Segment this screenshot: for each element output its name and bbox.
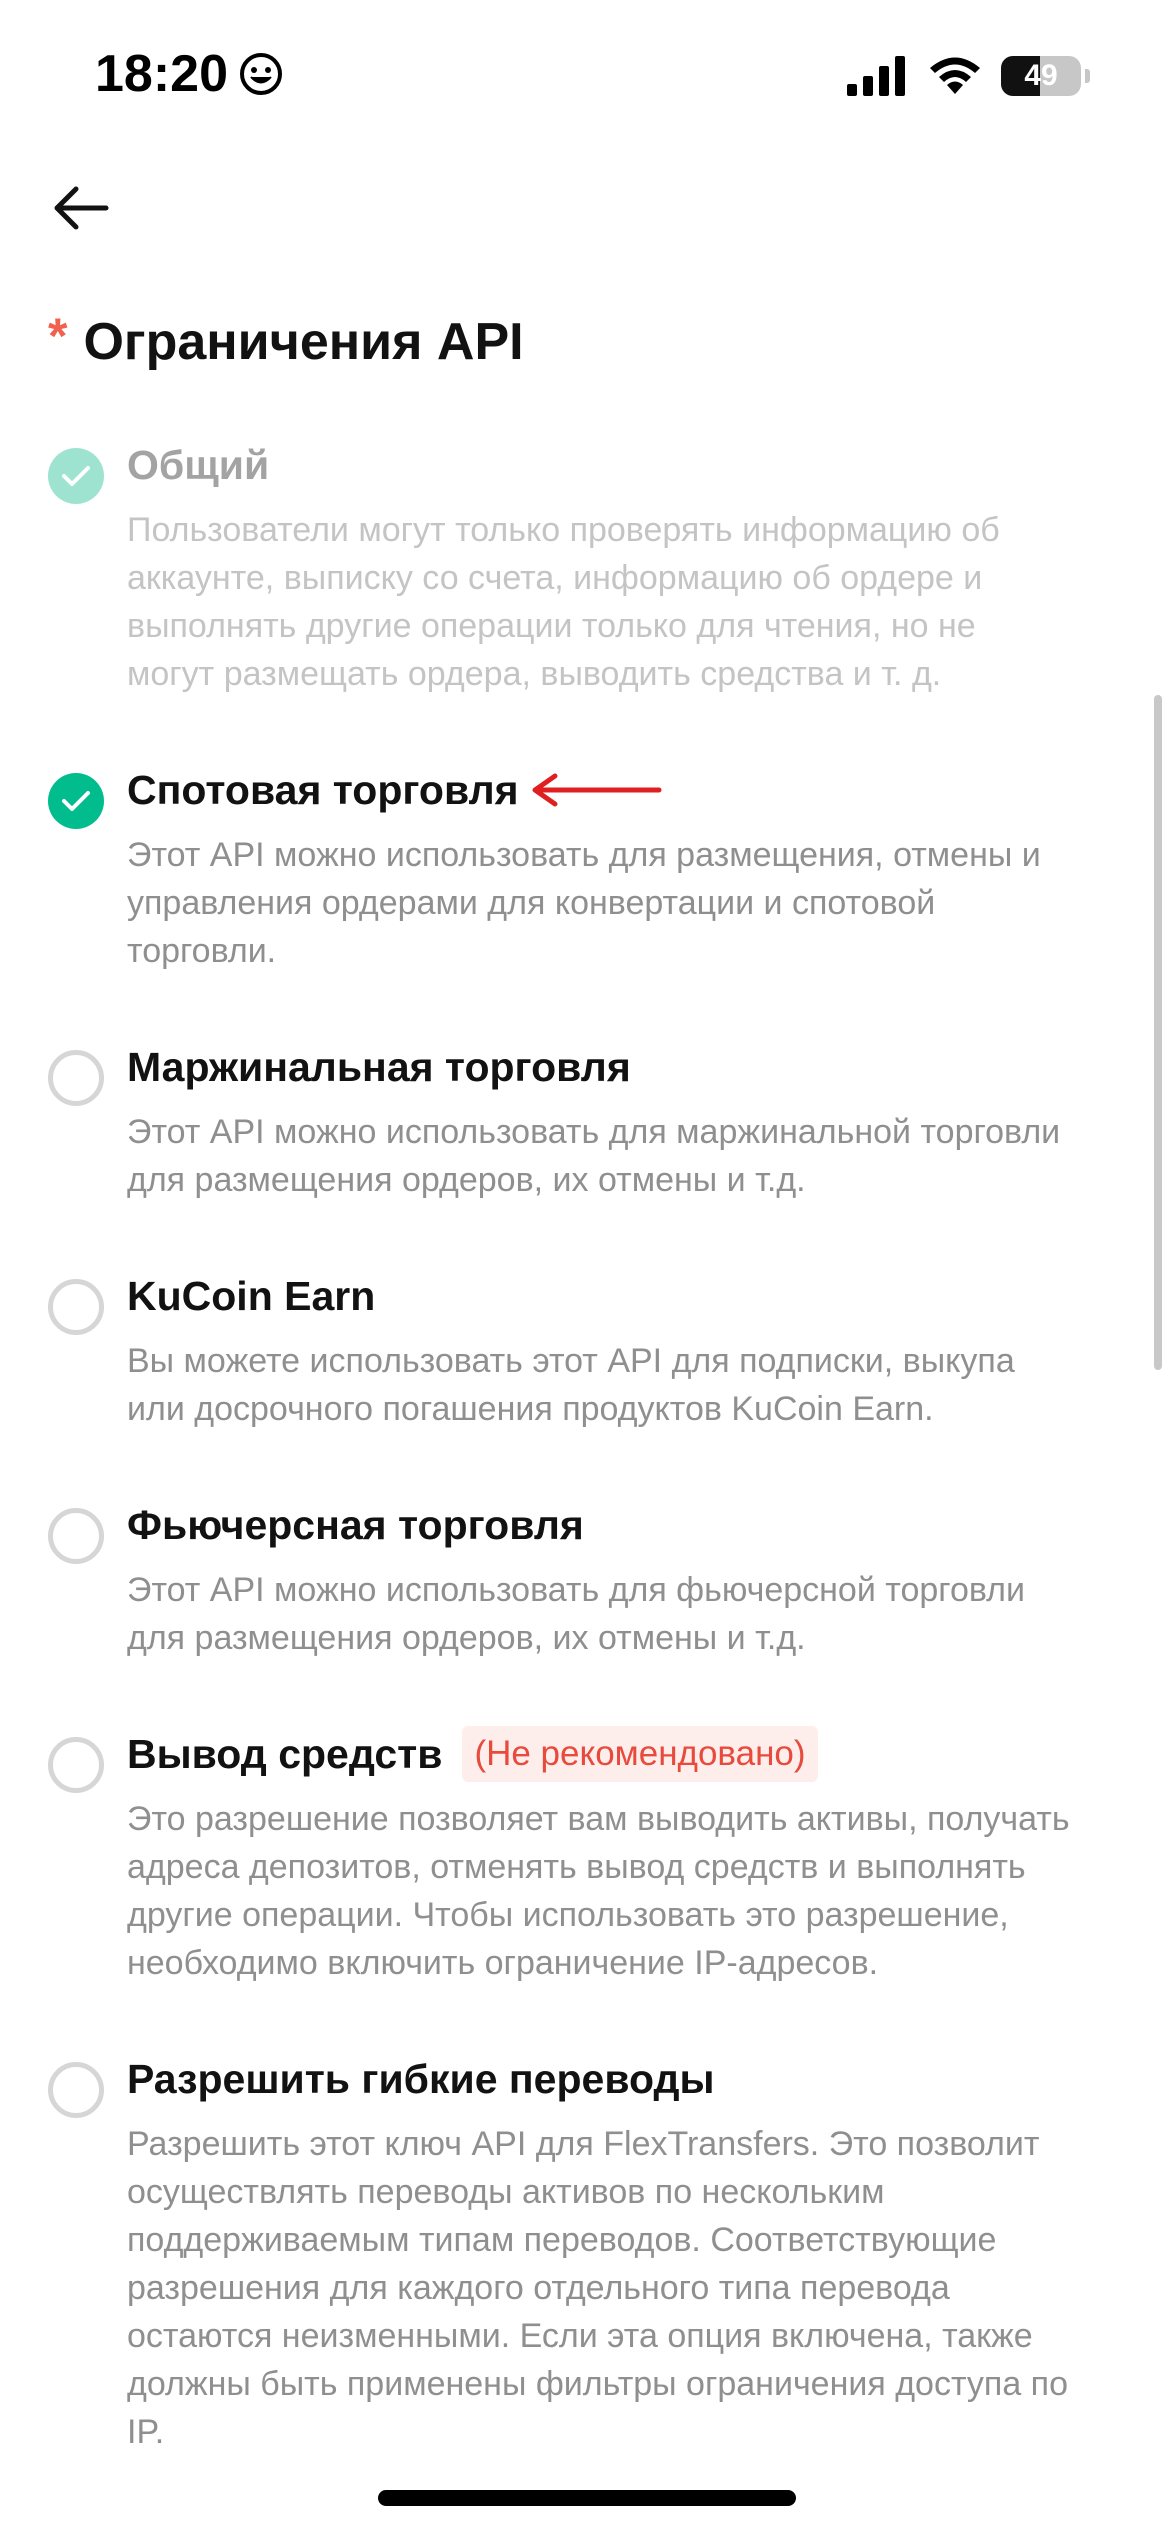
permission-description: Вы можете использовать этот API для подп… (127, 1342, 1015, 1428)
checkbox-futures[interactable] (48, 1508, 104, 1564)
permission-title: KuCoin Earn (127, 1273, 376, 1319)
permission-title-row: Спотовая торговля (127, 755, 1070, 825)
permission-title: Общий (127, 442, 270, 488)
checkbox-spot[interactable] (48, 773, 104, 829)
permission-item-flex-transfers[interactable]: Разрешить гибкие переводы Разрешить этот… (0, 2044, 1170, 2456)
permission-title-row: Разрешить гибкие переводы (127, 2044, 1070, 2114)
status-time: 18:20 (95, 45, 228, 103)
required-mark: * (48, 308, 68, 364)
signal-icon (847, 56, 905, 96)
checkbox-margin[interactable] (48, 1050, 104, 1106)
permission-item-earn[interactable]: KuCoin Earn Вы можете использовать этот … (0, 1261, 1170, 1433)
permission-description: Этот API можно использовать для фьючерсн… (127, 1571, 1025, 1657)
permission-title-row: Маржинальная торговля (127, 1032, 1070, 1102)
smiley-icon (240, 53, 282, 95)
battery-level: 49 (1024, 59, 1058, 92)
permission-description: Это разрешение позволяет вам выводить ак… (127, 1800, 1070, 1982)
permission-title: Маржинальная торговля (127, 1044, 631, 1090)
permission-item-spot[interactable]: Спотовая торговля Этот API можно использ… (0, 755, 1170, 975)
back-button[interactable] (46, 175, 116, 241)
permission-item-general[interactable]: Общий Пользователи могут только проверят… (0, 430, 1170, 698)
permission-title-row: Общий (127, 430, 1070, 500)
page-title: Ограничения API (83, 313, 524, 371)
permission-title: Фьючерсная торговля (127, 1502, 584, 1548)
home-indicator[interactable] (378, 2490, 796, 2506)
checkbox-flex-transfers[interactable] (48, 2062, 104, 2118)
not-recommended-badge: (Не рекомендовано) (462, 1726, 818, 1782)
section-title: * Ограничения API (48, 308, 524, 372)
permission-item-futures[interactable]: Фьючерсная торговля Этот API можно испол… (0, 1490, 1170, 1662)
wifi-icon (930, 57, 980, 94)
permission-title: Спотовая торговля (127, 767, 519, 813)
permission-description: Разрешить этот ключ API для FlexTransfer… (127, 2125, 1068, 2451)
checkbox-withdrawal[interactable] (48, 1737, 104, 1793)
red-arrow-icon (532, 773, 662, 807)
permission-title-row: Фьючерсная торговля (127, 1490, 1070, 1560)
checkbox-earn[interactable] (48, 1279, 104, 1335)
permission-title: Вывод средств (127, 1731, 443, 1777)
status-icons: 49 (847, 56, 1090, 96)
status-bar: 18:20 49 (0, 0, 1170, 150)
permission-item-margin[interactable]: Маржинальная торговля Этот API можно исп… (0, 1032, 1170, 1204)
scrollbar[interactable] (1154, 695, 1162, 1370)
permission-description: Этот API можно использовать для маржинал… (127, 1113, 1061, 1199)
check-icon (62, 791, 90, 811)
check-icon (62, 466, 90, 486)
permission-title-row: Вывод средств (Не рекомендовано) (127, 1719, 1070, 1789)
checkbox-general[interactable] (48, 448, 104, 504)
arrow-left-icon (54, 186, 109, 230)
permission-title-row: KuCoin Earn (127, 1261, 1070, 1331)
screen: 18:20 49 * Ограничения API Общий Пользов… (0, 0, 1170, 2532)
battery-cap (1085, 69, 1090, 83)
battery-icon: 49 (1001, 56, 1081, 96)
status-time-group: 18:20 (95, 44, 284, 104)
permission-description: Этот API можно использовать для размещен… (127, 836, 1041, 970)
permission-title: Разрешить гибкие переводы (127, 2056, 715, 2102)
permission-item-withdrawal[interactable]: Вывод средств (Не рекомендовано) Это раз… (0, 1719, 1170, 1987)
permission-description: Пользователи могут только проверять инфо… (127, 511, 1000, 693)
permission-list: Общий Пользователи могут только проверят… (0, 430, 1170, 2456)
